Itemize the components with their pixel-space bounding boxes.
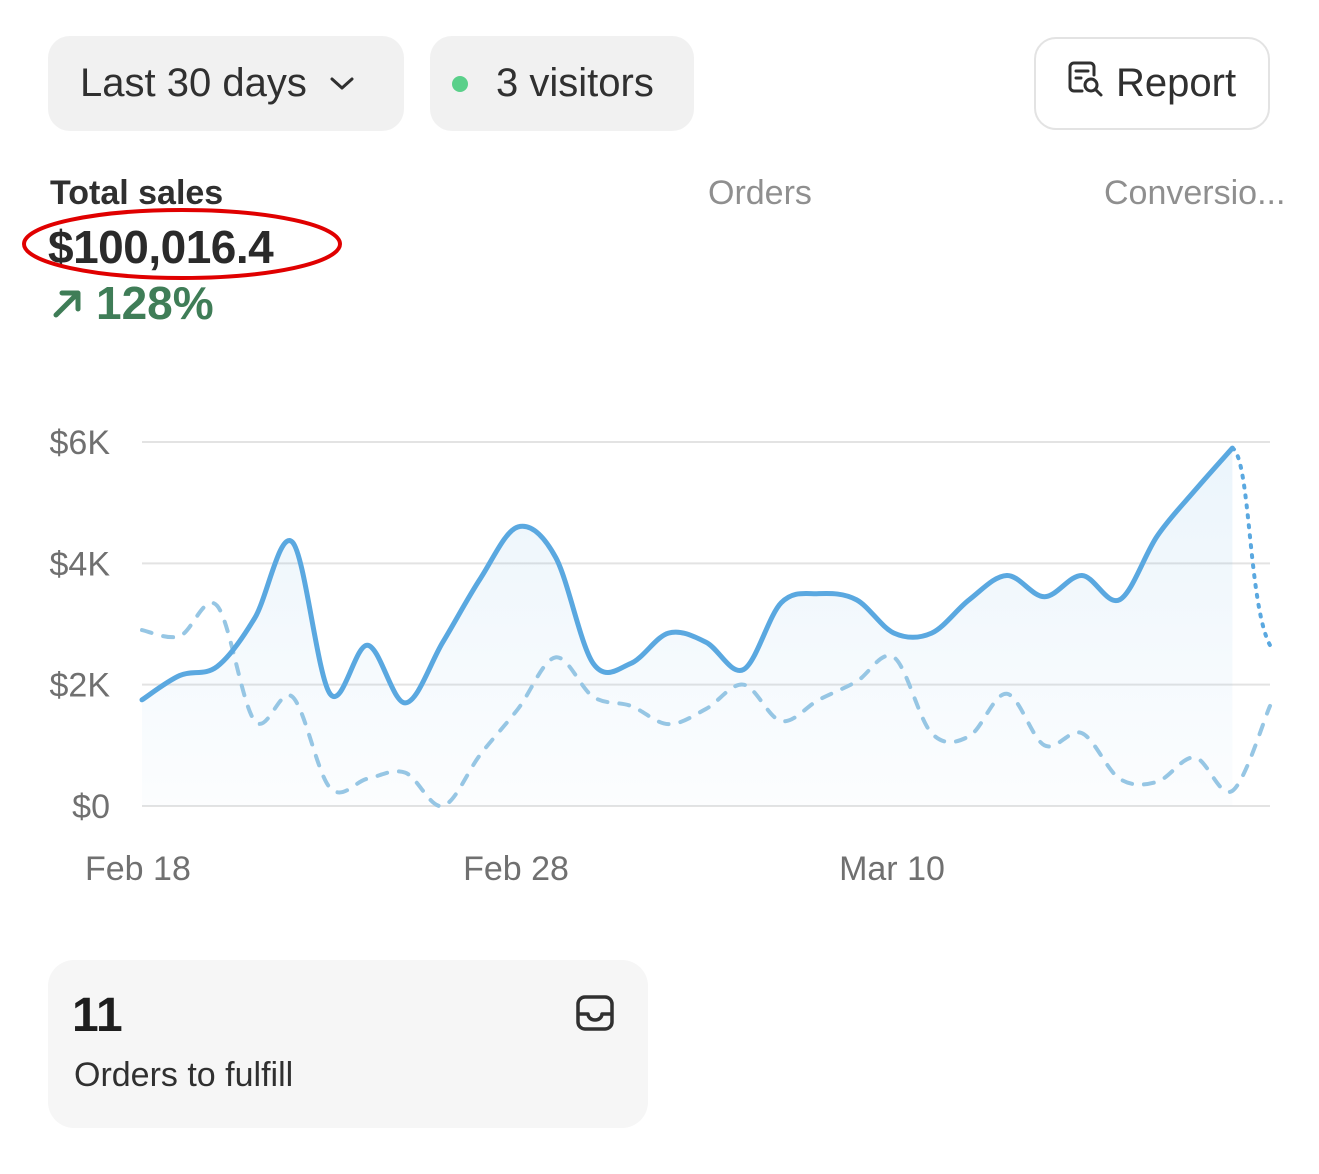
date-range-selector[interactable]: Last 30 days — [48, 36, 404, 131]
sales-change: 128% — [50, 276, 214, 330]
y-tick-label: $6K — [50, 424, 111, 462]
x-tick-label: Feb 18 — [85, 850, 191, 888]
live-indicator-dot — [452, 75, 468, 92]
highlight-ellipse-annotation — [22, 208, 342, 280]
report-button[interactable]: Report — [1034, 37, 1270, 130]
tab-conversion[interactable]: Conversio... — [1104, 174, 1309, 213]
report-search-icon — [1066, 59, 1116, 109]
tab-orders[interactable]: Orders — [708, 174, 812, 213]
orders-to-fulfill-card[interactable]: 11 Orders to fulfill — [48, 960, 648, 1128]
x-tick-label: Mar 10 — [839, 850, 945, 888]
chevron-down-icon — [329, 76, 355, 92]
visitors-label: 3 visitors — [496, 61, 654, 105]
y-tick-label: $4K — [50, 545, 111, 583]
live-visitors-pill[interactable]: 3 visitors — [430, 36, 694, 131]
sales-change-percent: 128% — [96, 277, 214, 329]
inbox-icon — [574, 992, 616, 1039]
sales-line-chart: $6K $4K $2K $0 Feb 18 Feb 28 Mar 10 — [50, 424, 1272, 888]
date-range-label: Last 30 days — [80, 61, 307, 105]
arrow-up-right-icon — [53, 290, 81, 318]
x-tick-label: Feb 28 — [463, 850, 569, 888]
orders-count: 11 — [72, 989, 123, 1042]
y-tick-label: $0 — [72, 788, 110, 826]
series-area — [142, 448, 1233, 806]
orders-label: Orders to fulfill — [74, 1056, 294, 1094]
projected-series-line — [1230, 446, 1272, 648]
report-label: Report — [1116, 61, 1237, 105]
y-tick-label: $2K — [50, 667, 111, 705]
